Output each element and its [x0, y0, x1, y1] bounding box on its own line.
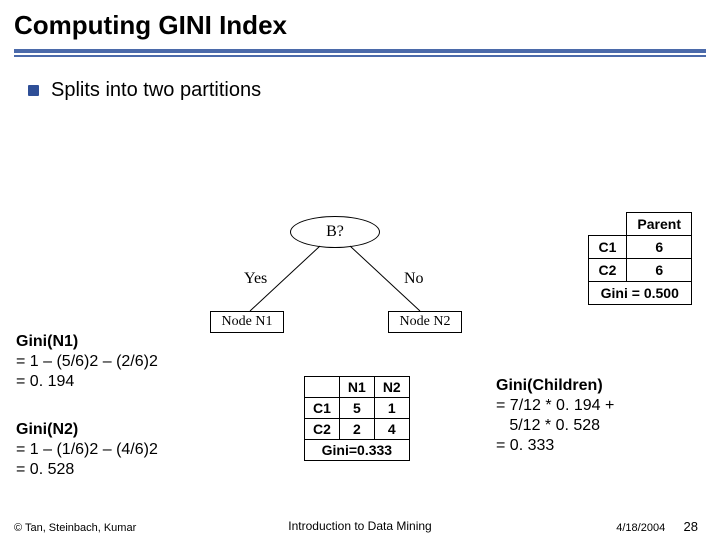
- text-line: = 0. 194: [16, 372, 216, 392]
- cell: 5: [339, 398, 374, 419]
- child-table: N1 N2 C1 5 1 C2 2 4 Gini=0.333: [304, 376, 410, 461]
- table-row: C2 6: [588, 259, 691, 282]
- gini-children-calc: Gini(Children) = 7/12 * 0. 194 + 5/12 * …: [496, 376, 696, 456]
- text-line: = 0. 333: [496, 436, 696, 456]
- text-line: = 1 – (5/6)2 – (2/6)2: [16, 352, 216, 372]
- title-rule: [0, 49, 720, 57]
- text-line: 5/12 * 0. 528: [496, 416, 696, 436]
- cell: 6: [627, 236, 692, 259]
- table-row: C1 6: [588, 236, 691, 259]
- table-row: Gini = 0.500: [588, 282, 691, 305]
- cell: 4: [374, 419, 409, 440]
- bullet-row: Splits into two partitions: [28, 79, 720, 102]
- parent-table: Parent C1 6 C2 6 Gini = 0.500: [588, 212, 692, 305]
- table-row: Gini=0.333: [305, 440, 410, 461]
- cell: 1: [374, 398, 409, 419]
- text-line: Gini(N1): [16, 332, 216, 352]
- decision-tree: B? Yes No Node N1 Node N2: [220, 216, 460, 366]
- table-row: C2 2 4: [305, 419, 410, 440]
- footer-page: 28: [684, 519, 698, 534]
- text-line: Gini(N2): [16, 420, 216, 440]
- text-line: Gini(Children): [496, 376, 696, 396]
- slide-footer: © Tan, Steinbach, Kumar Introduction to …: [0, 519, 720, 534]
- cell: C1: [305, 398, 340, 419]
- branch-label-no: No: [404, 270, 424, 288]
- text-line: = 1 – (1/6)2 – (4/6)2: [16, 440, 216, 460]
- gini-n2-calc: Gini(N2) = 1 – (1/6)2 – (4/6)2 = 0. 528: [16, 420, 216, 480]
- bullet-text: Splits into two partitions: [51, 79, 261, 102]
- cell: 6: [627, 259, 692, 282]
- text-line: = 7/12 * 0. 194 +: [496, 396, 696, 416]
- parent-header: Parent: [627, 213, 692, 236]
- tree-branches: [220, 216, 460, 366]
- branch-label-yes: Yes: [244, 270, 267, 288]
- footer-title: Introduction to Data Mining: [288, 519, 431, 533]
- cell: 2: [339, 419, 374, 440]
- footer-date: 4/18/2004: [616, 522, 665, 534]
- cell: [305, 377, 340, 398]
- parent-gini: Gini = 0.500: [588, 282, 691, 305]
- table-row: C1 5 1: [305, 398, 410, 419]
- page-title: Computing GINI Index: [0, 0, 720, 45]
- tree-leaf-n1: Node N1: [210, 311, 284, 333]
- text-line: = 0. 528: [16, 460, 216, 480]
- child-gini: Gini=0.333: [305, 440, 410, 461]
- tree-leaf-n2: Node N2: [388, 311, 462, 333]
- cell: C1: [588, 236, 627, 259]
- bullet-icon: [28, 85, 39, 96]
- footer-copyright: © Tan, Steinbach, Kumar: [14, 522, 136, 534]
- gini-n1-calc: Gini(N1) = 1 – (5/6)2 – (2/6)2 = 0. 194: [16, 332, 216, 392]
- cell: C2: [305, 419, 340, 440]
- cell: N2: [374, 377, 409, 398]
- cell: C2: [588, 259, 627, 282]
- cell: N1: [339, 377, 374, 398]
